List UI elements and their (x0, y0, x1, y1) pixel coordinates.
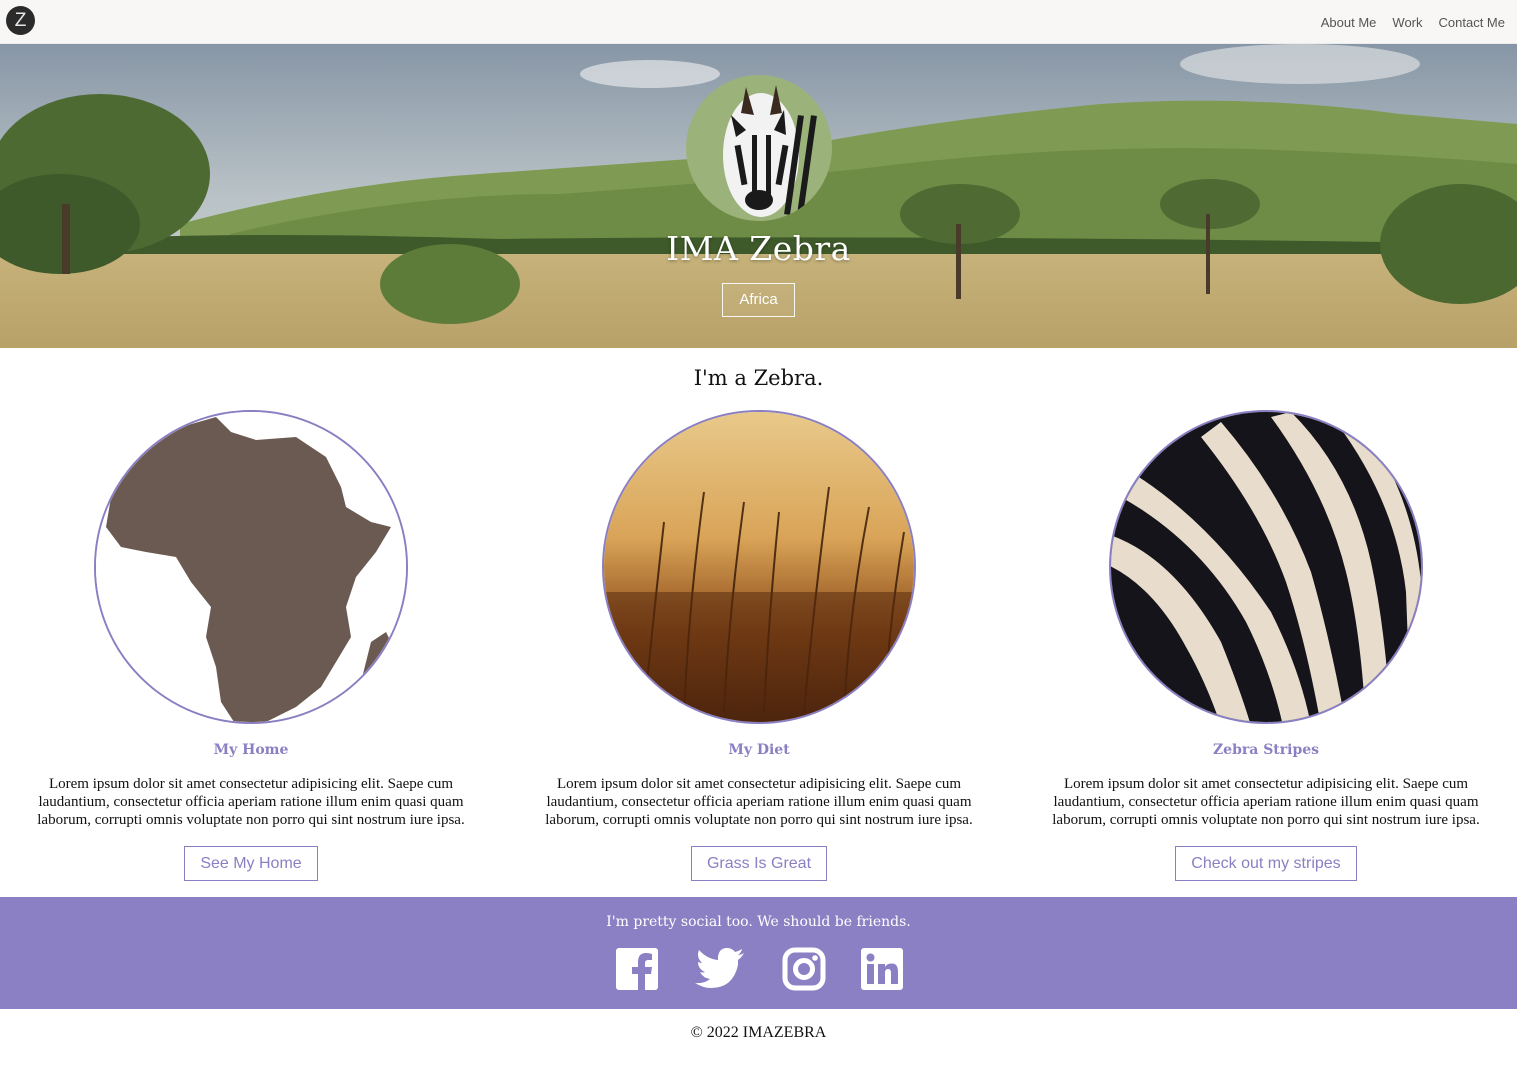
grass-is-great-button[interactable]: Grass Is Great (690, 846, 828, 881)
social-text: I'm pretty social too. We should be frie… (606, 914, 911, 930)
card-text: Lorem ipsum dolor sit amet consectetur a… (37, 776, 465, 828)
card-my-diet: My Diet Lorem ipsum dolor sit amet conse… (524, 410, 994, 881)
check-stripes-button[interactable]: Check out my stripes (1175, 846, 1357, 881)
hero-banner: IMA Zebra Africa (0, 44, 1517, 348)
card-title: My Diet (728, 742, 790, 758)
instagram-icon[interactable] (782, 947, 826, 991)
card-text: Lorem ipsum dolor sit amet consectetur a… (1052, 776, 1480, 828)
section-heading: I'm a Zebra. (693, 366, 824, 390)
navbar: Z About Me Work Contact Me (0, 0, 1517, 44)
africa-button[interactable]: Africa (722, 283, 795, 317)
logo[interactable]: Z (6, 6, 35, 35)
card-text: Lorem ipsum dolor sit amet consectetur a… (545, 776, 973, 828)
social-icons (0, 947, 1517, 991)
card-title: Zebra Stripes (1212, 742, 1320, 758)
card-my-home: My Home Lorem ipsum dolor sit amet conse… (16, 410, 486, 881)
africa-map-image (94, 410, 408, 724)
zebra-avatar (686, 75, 832, 221)
card-zebra-stripes: Zebra Stripes Lorem ipsum dolor sit amet… (1031, 410, 1501, 881)
card-title: My Home (213, 742, 289, 758)
see-my-home-button[interactable]: See My Home (184, 846, 318, 881)
nav-link-work[interactable]: Work (1392, 15, 1422, 30)
facebook-icon[interactable] (615, 947, 659, 991)
linkedin-icon[interactable] (860, 947, 904, 991)
nav-links: About Me Work Contact Me (1321, 0, 1505, 44)
zebra-stripes-image (1109, 410, 1423, 724)
social-bar: I'm pretty social too. We should be frie… (0, 897, 1517, 1009)
nav-link-about[interactable]: About Me (1321, 15, 1377, 30)
hero-title: IMA Zebra (666, 229, 851, 268)
nav-link-contact[interactable]: Contact Me (1439, 15, 1505, 30)
twitter-icon[interactable] (695, 947, 745, 991)
footer-copyright: © 2022 IMAZEBRA (690, 1024, 827, 1041)
grass-sunset-image (602, 410, 916, 724)
